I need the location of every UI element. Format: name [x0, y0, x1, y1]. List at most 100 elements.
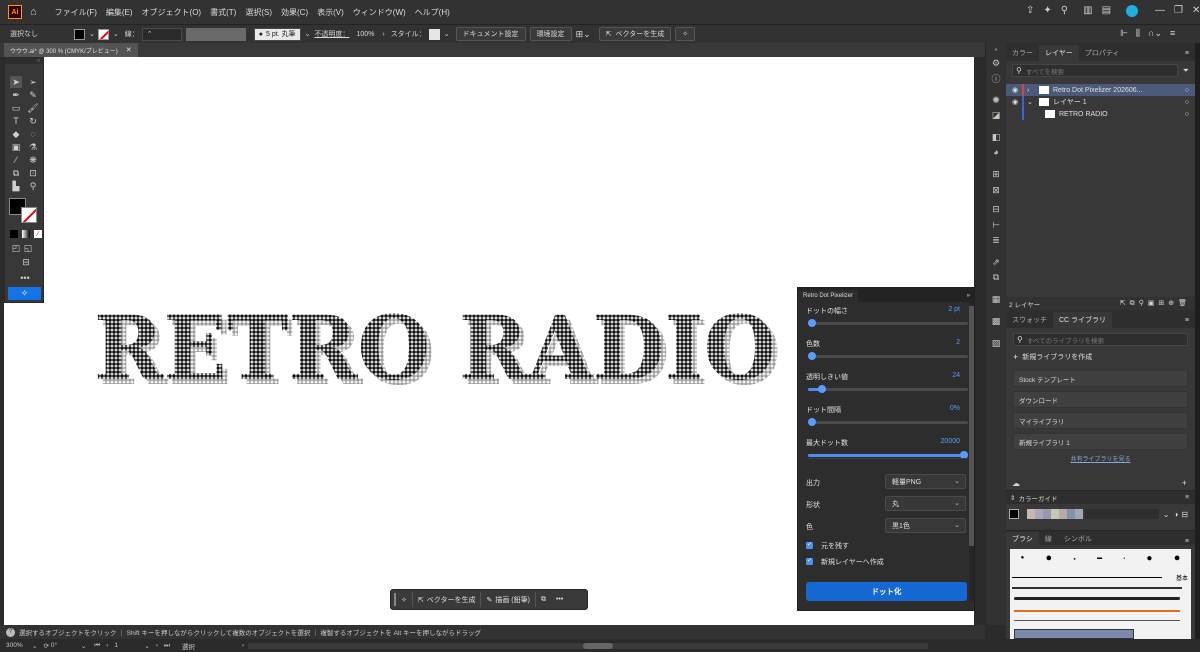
tab-brushes[interactable]: ブラシ	[1006, 532, 1039, 545]
library-item[interactable]: ダウンロード	[1013, 391, 1188, 408]
search-icon[interactable]: ⚲	[1061, 5, 1068, 17]
last-artboard-icon[interactable]: ⏭	[164, 642, 170, 650]
chevron-down-icon[interactable]: ⌄	[1027, 98, 1035, 106]
angle-field[interactable]: 0°	[51, 642, 81, 649]
library-item[interactable]: マイライブラリ	[1013, 412, 1188, 429]
gradient-icon[interactable]: ◕	[990, 146, 1002, 158]
tab-properties[interactable]: プロパティ	[1079, 45, 1126, 61]
tab-layers[interactable]: レイヤー	[1039, 45, 1079, 61]
zoom-tool-icon[interactable]: ⚲	[27, 180, 39, 192]
layer-name[interactable]: RETRO RADIO	[1059, 111, 1108, 118]
menu-file[interactable]: ファイル(F)	[55, 7, 97, 18]
pathfinder-icon[interactable]: ∩⌄	[1148, 28, 1162, 39]
eraser-tool-icon[interactable]: ◆	[10, 128, 22, 140]
stroke-weight-field[interactable]: ⌃	[141, 27, 182, 41]
document-tab[interactable]: ウウウ.ai* @ 300 % (CMYK/プレビュー) ✕	[4, 43, 138, 57]
screen-mode-icon[interactable]: ⊟	[20, 256, 32, 268]
menu-select[interactable]: 選択(S)	[245, 7, 272, 18]
cloud-icon[interactable]: ☁	[1012, 479, 1020, 488]
artboard-tool-icon[interactable]: ⊡	[27, 167, 39, 179]
guide-swatch[interactable]	[1051, 509, 1059, 519]
collapse-icon[interactable]: «	[990, 44, 1002, 56]
gradient-mode-icon[interactable]	[22, 230, 30, 238]
next-artboard-icon[interactable]: ›	[156, 642, 158, 649]
new-library-button[interactable]: + 新規ライブラリを作成	[1013, 352, 1188, 362]
chevron-right-icon[interactable]: ›	[242, 642, 244, 649]
first-artboard-icon[interactable]: ⏮	[94, 642, 100, 650]
slider-thumb[interactable]	[808, 352, 816, 360]
chevron-down-icon[interactable]: ⌄	[32, 642, 37, 650]
transform-icon[interactable]: ⊠	[990, 184, 1002, 196]
workspace-icon[interactable]: ▤	[1102, 5, 1111, 17]
dropdown-select[interactable]: 軽量PNG ⌄	[885, 474, 966, 489]
library-item[interactable]: Stock テンプレート	[1013, 370, 1188, 387]
tab-stroke[interactable]: 線	[1039, 532, 1058, 545]
dotify-button[interactable]: ドット化	[806, 582, 967, 601]
expand-icon[interactable]: ⇕	[1010, 494, 1015, 502]
arrange-documents-icon[interactable]: ⊞⌄	[576, 29, 591, 40]
arrange-icon[interactable]: ▥	[1083, 5, 1092, 17]
align-icon[interactable]: ⊩	[1120, 28, 1128, 39]
guide-swatch[interactable]	[1043, 509, 1051, 519]
transparency-icon[interactable]: ◧	[990, 131, 1002, 143]
gradient-tool-icon[interactable]: ▣	[10, 141, 22, 153]
base-color-swatch[interactable]	[1009, 509, 1019, 519]
more-tools-icon[interactable]: •••	[19, 272, 31, 284]
menu-window[interactable]: ウィンドウ(W)	[353, 7, 406, 18]
lasso-tool-icon[interactable]: ◌	[27, 128, 39, 140]
slider-thumb[interactable]	[808, 418, 816, 426]
color-mode-icon[interactable]	[10, 230, 18, 238]
slider-track[interactable]	[808, 319, 968, 327]
harmony-select[interactable]	[1085, 509, 1159, 519]
layers-search-input[interactable]: ⚲ すべてを検索	[1012, 64, 1178, 77]
stroke-color-box[interactable]	[21, 207, 37, 223]
cloud-icon[interactable]	[1126, 5, 1139, 17]
fill-swatch[interactable]	[74, 28, 85, 40]
shared-libraries-link[interactable]: 共有ライブラリを見る	[1006, 454, 1195, 463]
menu-effect[interactable]: 効果(C)	[281, 7, 308, 18]
save-swatch-icon[interactable]: ⊟	[1181, 510, 1188, 519]
target-icon[interactable]: ○	[1185, 87, 1189, 94]
type-tool-icon[interactable]: T	[10, 115, 22, 127]
draw-behind-icon[interactable]: ◱	[22, 242, 34, 254]
checkbox[interactable]: ✓	[806, 542, 813, 549]
menu-view[interactable]: 表示(V)	[317, 7, 344, 18]
layer-row[interactable]: ◉ ⌄ レイヤー 1 ○	[1006, 96, 1195, 108]
horizontal-scrollbar[interactable]	[248, 642, 929, 649]
export-icon[interactable]: ⇗	[990, 256, 1002, 268]
direct-selection-tool-icon[interactable]: ➢	[27, 76, 39, 88]
close-icon[interactable]: ✕	[1192, 5, 1200, 17]
slider-value[interactable]: 20000	[941, 438, 960, 445]
previous-artboard-icon[interactable]: ‹	[106, 642, 108, 649]
home-icon[interactable]: ⌂	[30, 6, 37, 18]
character-icon[interactable]: ⊢	[990, 219, 1002, 231]
checkbox-label[interactable]: 元を残す	[821, 541, 849, 551]
tab-swatches[interactable]: スウォッチ	[1006, 312, 1053, 328]
graph-tool-icon[interactable]: ▙	[10, 180, 22, 192]
plugin-scrollbar[interactable]	[969, 302, 974, 602]
generate-vector-button[interactable]: ⇱ ベクターを生成	[411, 592, 481, 607]
layer-row[interactable]: RETRO RADIO ○	[1006, 108, 1195, 120]
chevron-down-icon[interactable]: ⌄	[81, 642, 86, 650]
slider-thumb[interactable]	[808, 319, 816, 327]
libraries-search-input[interactable]: ⚲ すべてのライブラリを検索	[1013, 333, 1188, 346]
plugin-tool-icon[interactable]: ✧	[8, 287, 41, 300]
brush-strokes-list[interactable]: 基本	[1010, 567, 1191, 647]
slider-value[interactable]: 24	[952, 372, 960, 379]
dropdown-select[interactable]: 丸 ⌄	[885, 496, 966, 511]
blend-tool-icon[interactable]: ⁄	[10, 154, 22, 166]
slider-track[interactable]	[808, 418, 968, 426]
chevron-down-icon[interactable]: ⌄	[444, 30, 450, 38]
panel-menu-icon[interactable]: ≡	[1185, 538, 1189, 545]
variable-width-field[interactable]	[185, 27, 246, 41]
image-trace-icon[interactable]: ▨	[990, 337, 1002, 349]
menu-object[interactable]: オブジェクト(O)	[142, 7, 202, 18]
minimize-icon[interactable]: —	[1155, 5, 1165, 17]
chevron-right-icon[interactable]: ›	[382, 31, 384, 38]
menu-help[interactable]: ヘルプ(H)	[415, 7, 450, 18]
chevron-down-icon[interactable]: ⌄	[1163, 510, 1170, 519]
checkbox-label[interactable]: 新規レイヤーへ作成	[821, 557, 884, 567]
discover-icon[interactable]: ✦	[1043, 5, 1051, 17]
collapse-icon[interactable]: »	[967, 293, 970, 299]
plugin-wand-button[interactable]: ✧	[396, 592, 412, 607]
